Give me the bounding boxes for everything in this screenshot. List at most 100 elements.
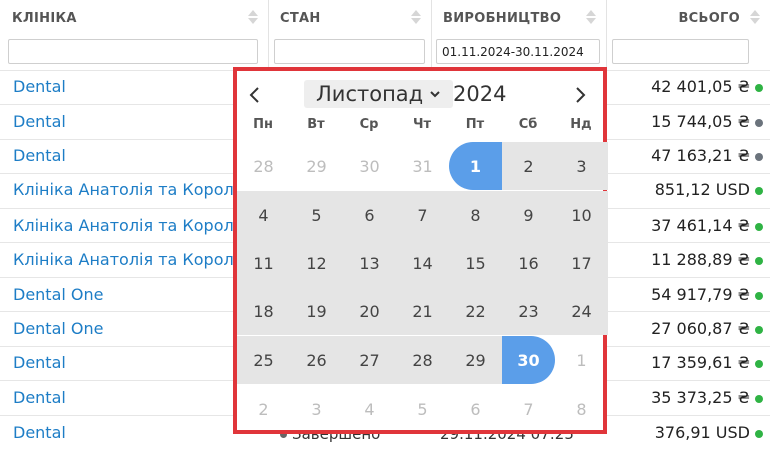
calendar-day[interactable]: 18 bbox=[237, 287, 290, 335]
sort-icon[interactable] bbox=[586, 8, 596, 28]
sort-icon[interactable] bbox=[248, 8, 258, 28]
sort-icon[interactable] bbox=[750, 8, 760, 28]
status-dot-icon bbox=[755, 292, 763, 300]
calendar-day[interactable]: 20 bbox=[343, 287, 396, 335]
calendar-day[interactable]: 30 bbox=[343, 142, 396, 190]
date-range-picker: Листопад 2024 Пн Вт Ср Чт Пт Сб Нд 28 29 30 31 1 2 3… bbox=[233, 67, 608, 434]
status-dot-icon bbox=[755, 84, 763, 92]
column-header-clinic[interactable]: КЛІНІКА bbox=[0, 0, 268, 36]
calendar-day[interactable]: 7 bbox=[396, 191, 449, 239]
calendar-day[interactable]: 14 bbox=[396, 239, 449, 287]
calendar-day[interactable]: 31 bbox=[396, 142, 449, 190]
weekday-label: Вт bbox=[307, 117, 325, 132]
clinic-link[interactable]: Dental bbox=[13, 146, 66, 165]
column-header-status[interactable]: СТАН bbox=[268, 0, 431, 36]
calendar-day[interactable]: 8 bbox=[449, 191, 502, 239]
clinic-link[interactable]: Dental One bbox=[13, 285, 104, 304]
calendar-day[interactable]: 22 bbox=[449, 287, 502, 335]
calendar-day[interactable]: 11 bbox=[237, 239, 290, 287]
calendar-day[interactable]: 19 bbox=[290, 287, 343, 335]
clinic-filter-input[interactable] bbox=[8, 39, 258, 64]
clinic-link[interactable]: Dental One bbox=[13, 319, 104, 338]
calendar-day[interactable]: 24 bbox=[555, 287, 608, 335]
calendar-day[interactable]: 5 bbox=[290, 191, 343, 239]
status-dot-icon bbox=[755, 326, 763, 334]
calendar-day[interactable]: 8 bbox=[555, 385, 608, 433]
calendar-day[interactable]: 6 bbox=[343, 191, 396, 239]
clinic-link[interactable]: Клініка Анатолія та Короля bbox=[13, 250, 243, 269]
total-value: 47 163,21 ₴ bbox=[651, 146, 750, 165]
column-header-total[interactable]: ВСЬОГО bbox=[606, 0, 770, 36]
total-value: 54 917,79 ₴ bbox=[651, 285, 750, 304]
calendar-day[interactable]: 6 bbox=[449, 385, 502, 433]
total-value: 15 744,05 ₴ bbox=[651, 112, 750, 131]
status-dot-icon bbox=[755, 187, 763, 195]
calendar-day[interactable]: 21 bbox=[396, 287, 449, 335]
chevron-down-icon bbox=[430, 91, 440, 98]
year-label[interactable]: 2024 bbox=[453, 80, 506, 108]
column-header-label: КЛІНІКА bbox=[12, 10, 77, 26]
column-divider bbox=[431, 0, 432, 70]
calendar-day[interactable]: 28 bbox=[237, 142, 290, 190]
calendar-day[interactable]: 7 bbox=[502, 385, 555, 433]
status-dot-icon bbox=[755, 223, 763, 231]
status-filter-input[interactable] bbox=[274, 39, 425, 64]
calendar-day[interactable]: 27 bbox=[343, 336, 396, 384]
total-value: 376,91 USD bbox=[654, 423, 750, 442]
clinic-link[interactable]: Dental bbox=[13, 353, 66, 372]
clinic-link[interactable]: Dental bbox=[13, 423, 66, 442]
calendar-day[interactable]: 25 bbox=[237, 336, 290, 384]
month-label: Листопад bbox=[316, 82, 424, 106]
weekday-label: Чт bbox=[412, 117, 432, 132]
clinic-link[interactable]: Клініка Анатолія та Короля bbox=[13, 216, 243, 235]
clinic-link[interactable]: Клініка Анатолія та Короля bbox=[13, 180, 243, 199]
calendar-day[interactable]: 3 bbox=[555, 142, 608, 190]
sort-icon[interactable] bbox=[411, 8, 421, 28]
weekday-label: Нд bbox=[570, 117, 592, 132]
column-header-label: СТАН bbox=[280, 10, 321, 26]
status-dot-icon bbox=[755, 395, 763, 403]
total-value: 35 373,25 ₴ bbox=[651, 388, 750, 407]
calendar-header: Листопад 2024 bbox=[237, 71, 603, 117]
total-value: 27 060,87 ₴ bbox=[651, 319, 750, 338]
calendar-day[interactable]: 30 bbox=[502, 336, 555, 384]
calendar-day[interactable]: 1 bbox=[449, 142, 502, 190]
calendar-day[interactable]: 29 bbox=[449, 336, 502, 384]
calendar-day[interactable]: 4 bbox=[237, 191, 290, 239]
calendar-day[interactable]: 3 bbox=[290, 385, 343, 433]
calendar-day[interactable]: 15 bbox=[449, 239, 502, 287]
calendar-day[interactable]: 10 bbox=[555, 191, 608, 239]
chevron-right-icon[interactable] bbox=[572, 85, 588, 105]
total-value: 37 461,14 ₴ bbox=[651, 216, 750, 235]
production-date-filter-input[interactable] bbox=[436, 39, 600, 64]
column-divider bbox=[606, 0, 607, 70]
calendar-day[interactable]: 28 bbox=[396, 336, 449, 384]
calendar-day[interactable]: 12 bbox=[290, 239, 343, 287]
weekday-label: Сб bbox=[518, 117, 538, 132]
column-header-production[interactable]: ВИРОБНИЦТВО bbox=[431, 0, 606, 36]
calendar-day[interactable]: 2 bbox=[237, 385, 290, 433]
calendar-day[interactable]: 29 bbox=[290, 142, 343, 190]
calendar-day[interactable]: 23 bbox=[502, 287, 555, 335]
calendar-day[interactable]: 17 bbox=[555, 239, 608, 287]
calendar-day[interactable]: 1 bbox=[555, 336, 608, 384]
chevron-left-icon[interactable] bbox=[247, 85, 263, 105]
weekday-label: Ср bbox=[359, 117, 379, 132]
calendar-day[interactable]: 26 bbox=[290, 336, 343, 384]
total-value: 851,12 USD bbox=[654, 180, 750, 199]
status-dot-icon bbox=[755, 257, 763, 265]
month-select[interactable]: Листопад bbox=[304, 80, 454, 108]
calendar-day[interactable]: 5 bbox=[396, 385, 449, 433]
calendar-day[interactable]: 9 bbox=[502, 191, 555, 239]
clinic-link[interactable]: Dental bbox=[13, 112, 66, 131]
clinic-link[interactable]: Dental bbox=[13, 77, 66, 96]
column-header-label: ВСЬОГО bbox=[678, 10, 740, 26]
calendar-day[interactable]: 16 bbox=[502, 239, 555, 287]
calendar-day[interactable]: 4 bbox=[343, 385, 396, 433]
total-filter-input[interactable] bbox=[612, 39, 749, 64]
calendar-day[interactable]: 13 bbox=[343, 239, 396, 287]
status-dot-icon bbox=[755, 153, 763, 161]
status-dot-icon bbox=[755, 119, 763, 127]
clinic-link[interactable]: Dental bbox=[13, 388, 66, 407]
calendar-day[interactable]: 2 bbox=[502, 142, 555, 190]
